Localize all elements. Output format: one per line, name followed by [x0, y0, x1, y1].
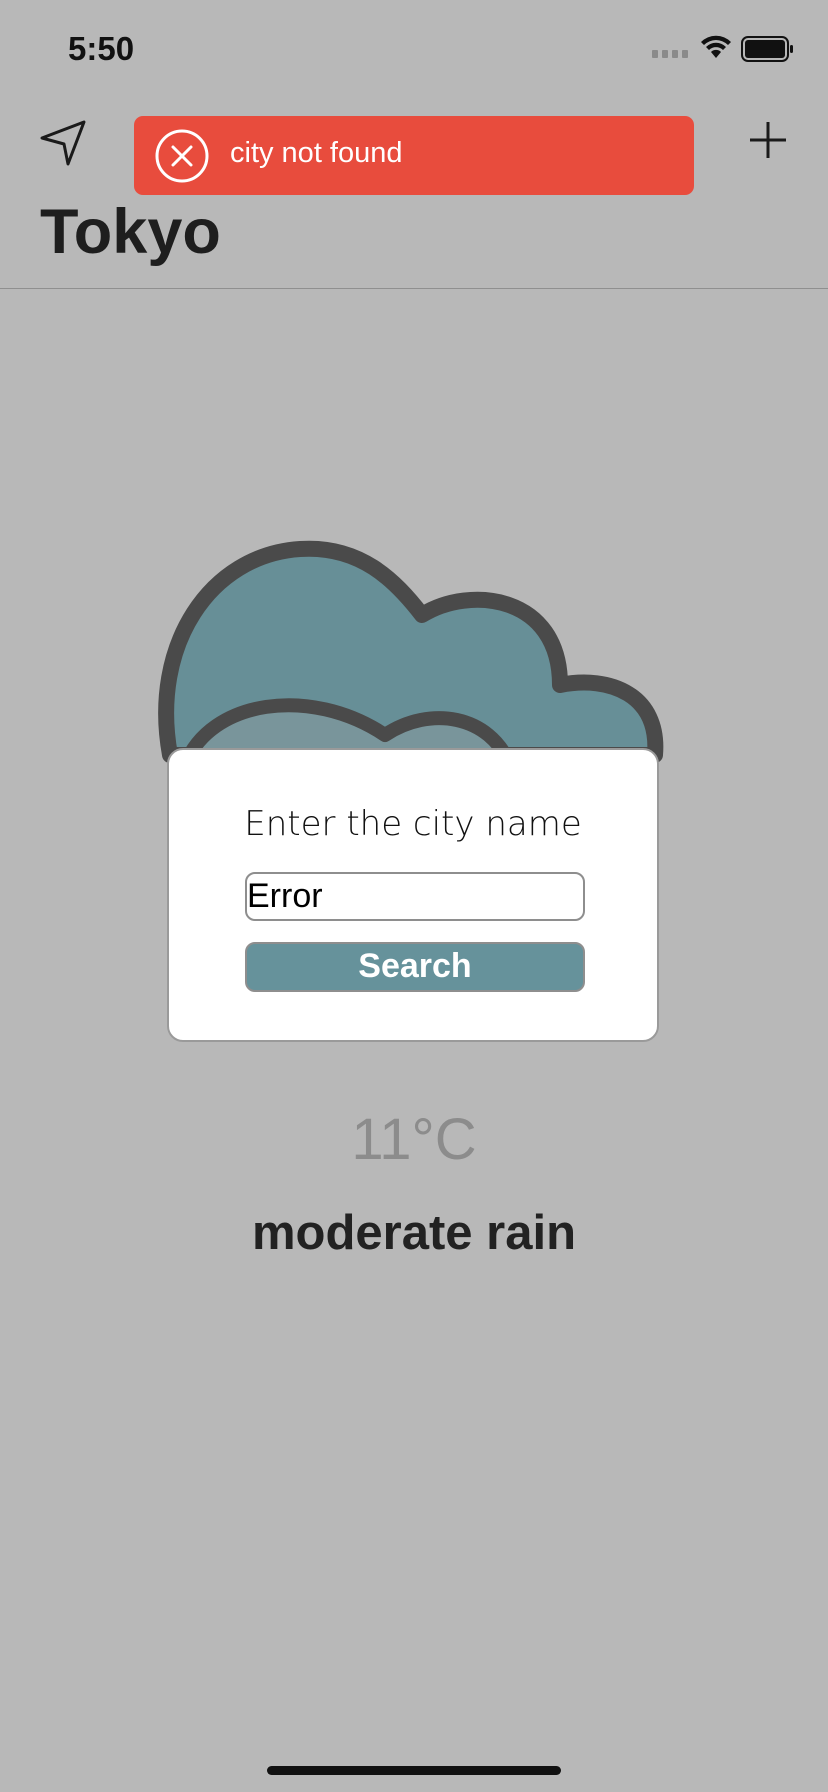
plus-icon[interactable]: [742, 114, 794, 166]
city-search-dialog: Enter the city name Search: [167, 748, 659, 1042]
weather-condition-label: moderate rain: [251, 1206, 577, 1260]
location-arrow-icon[interactable]: [38, 118, 90, 170]
dialog-title: Enter the city name: [244, 804, 582, 844]
error-toast[interactable]: city not found: [134, 116, 694, 195]
search-button[interactable]: Search: [245, 942, 585, 992]
battery-icon: [741, 36, 793, 62]
toast-message: city not found: [230, 137, 403, 169]
wifi-icon: [701, 35, 731, 58]
status-bar: 5:50: [0, 0, 828, 100]
temperature-label: 11°C: [351, 1107, 477, 1172]
home-indicator[interactable]: [267, 1766, 561, 1775]
city-title: Tokyo: [40, 197, 221, 267]
rain-cloud-icon: [158, 540, 664, 772]
error-x-icon: [155, 129, 209, 183]
status-time: 5:50: [68, 30, 135, 67]
header-divider: [0, 288, 828, 289]
cellular-signal-icon: [652, 50, 688, 58]
city-name-input[interactable]: [245, 872, 585, 921]
